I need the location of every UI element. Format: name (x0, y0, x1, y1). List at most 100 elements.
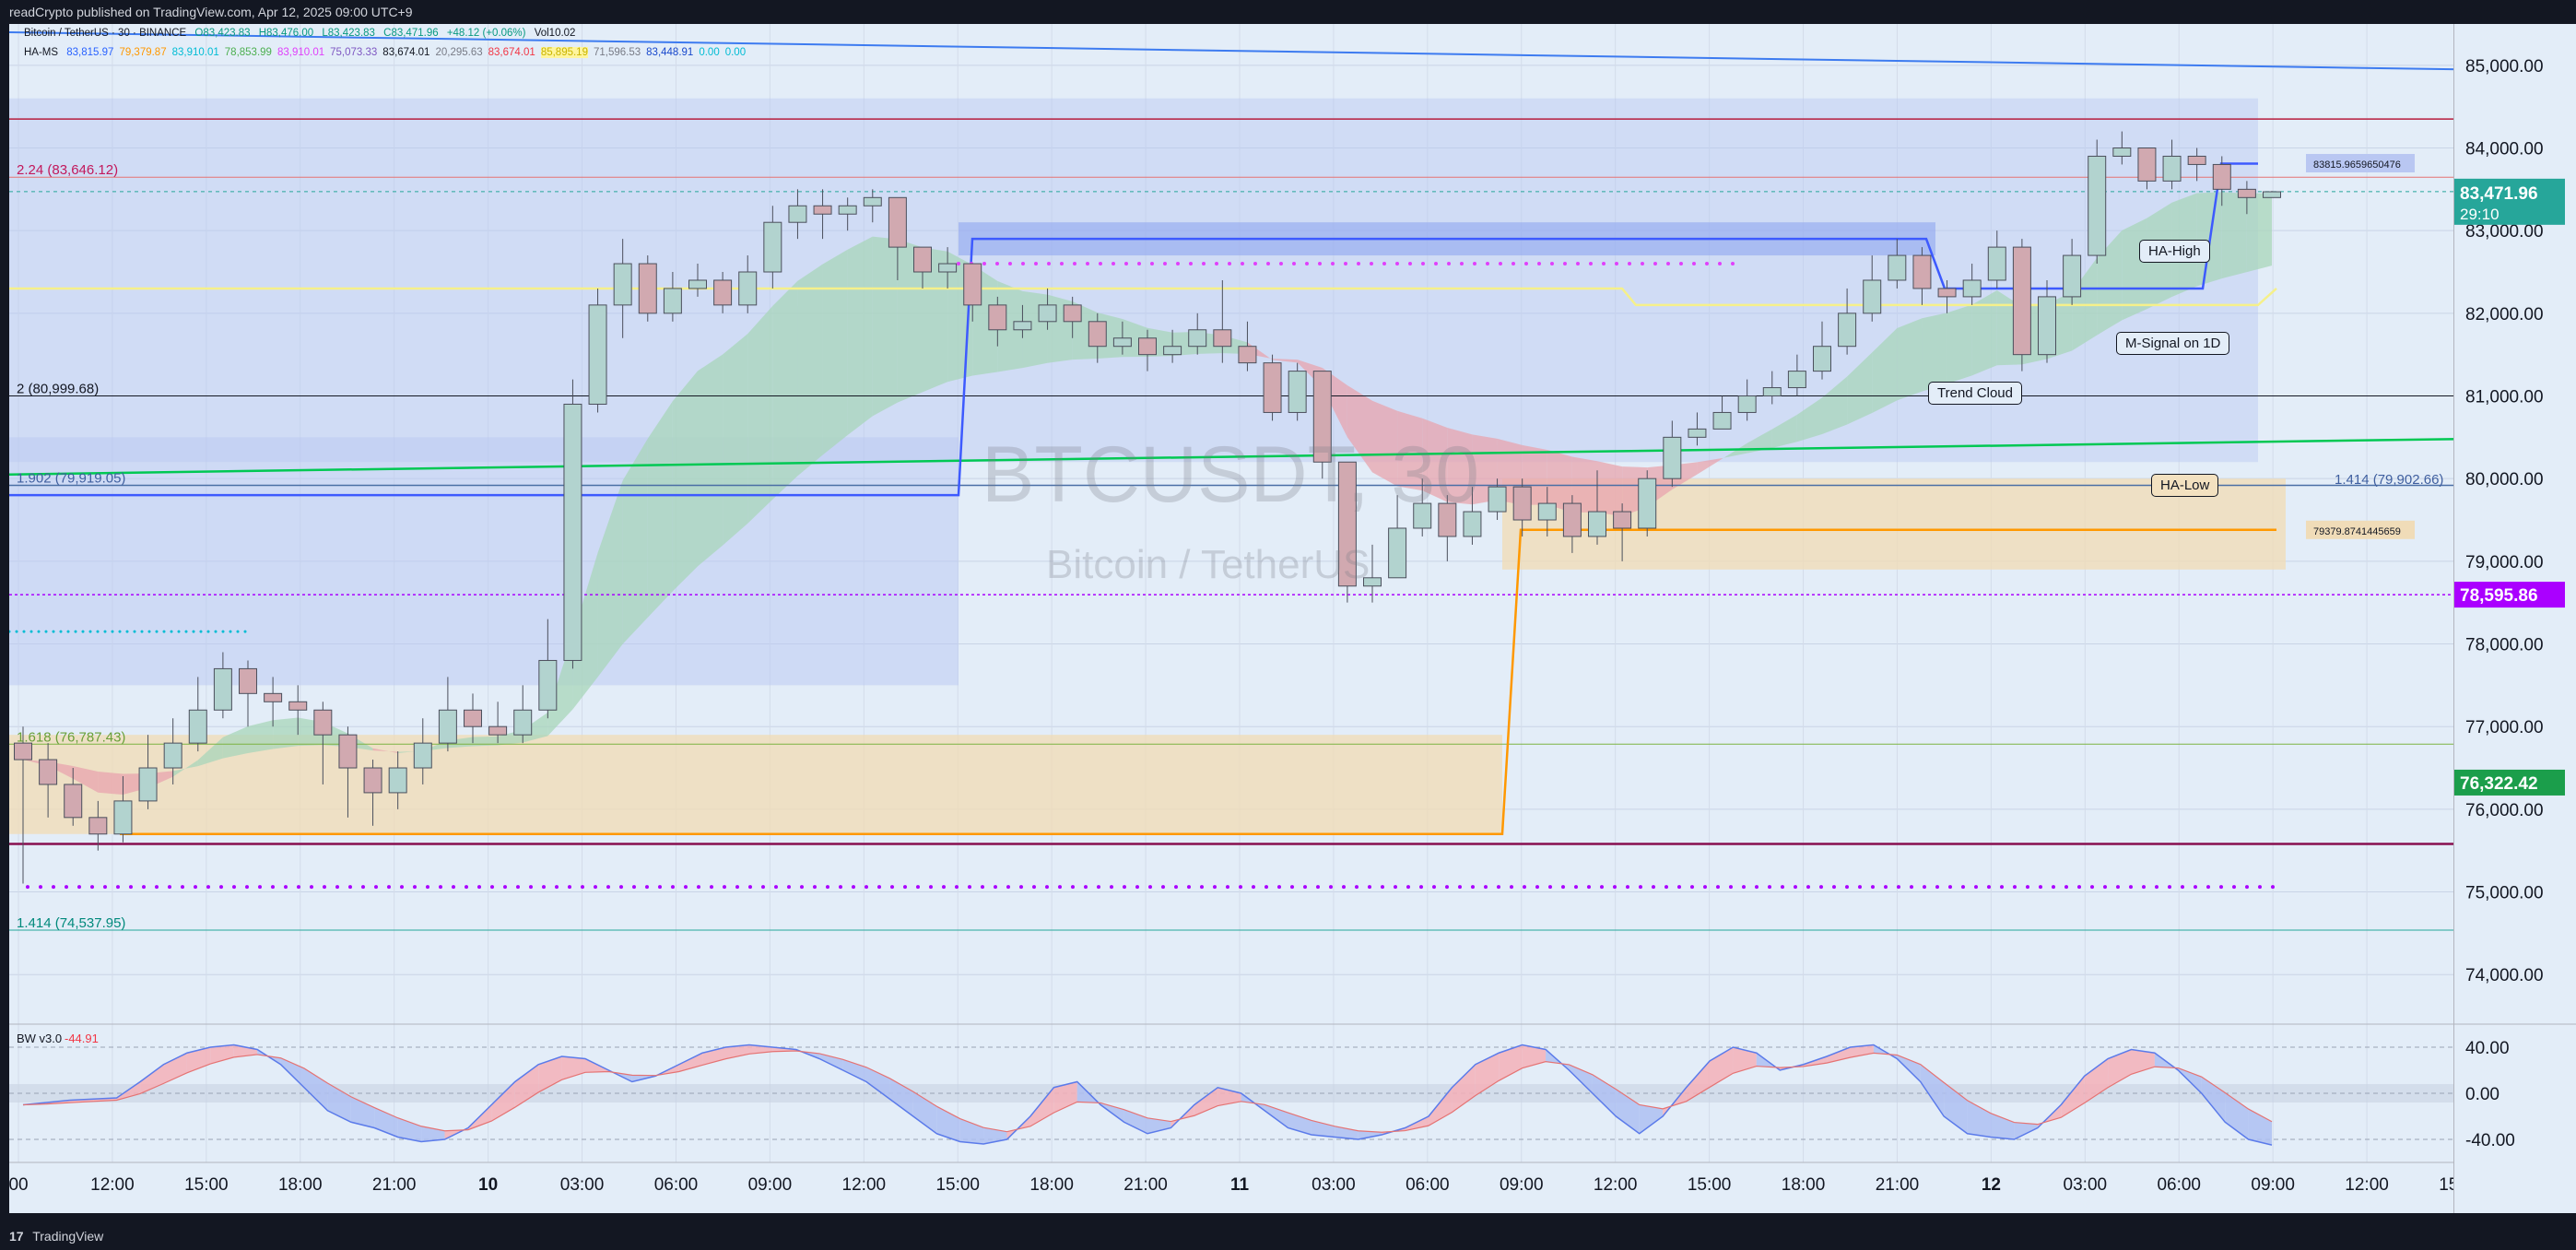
dot-row-purple (1484, 885, 1488, 890)
dot-row-purple (1768, 885, 1771, 890)
footer-brand[interactable]: TradingView (32, 1229, 103, 1244)
time-label: 06:00 (1406, 1175, 1450, 1195)
candle-body (738, 271, 758, 306)
dot-row-purple (1458, 885, 1462, 890)
dot-row-purple (194, 885, 197, 890)
time-label: 00 (9, 1175, 29, 1195)
time-label: 12:00 (90, 1175, 135, 1195)
candle-body (1512, 486, 1532, 521)
dot-row-purple (826, 885, 829, 890)
dot-row-magenta (957, 262, 960, 266)
osc-fill-segment (1123, 1109, 1147, 1134)
dot-row-magenta (1395, 262, 1399, 266)
dot-row-purple (284, 885, 288, 890)
trend-cloud-segment (723, 334, 748, 546)
dot-row-purple (1523, 885, 1526, 890)
dot-row-magenta (1163, 262, 1167, 266)
time-label: 12:00 (2345, 1175, 2389, 1195)
dot-row-magenta (1550, 262, 1554, 266)
dot-row-magenta (1228, 262, 1231, 266)
dot-row-cyan (29, 630, 33, 633)
candle-body (563, 403, 582, 661)
dot-row-purple (594, 885, 597, 890)
dot-row-cyan (177, 630, 181, 633)
dot-row-purple (1135, 885, 1139, 890)
candle-body (14, 742, 32, 761)
candle-body (388, 767, 407, 794)
symbol-name[interactable]: Bitcoin / TetherUS · 30 · BINANCE (24, 28, 186, 39)
dot-row-purple (1432, 885, 1436, 890)
dot-row-purple (271, 885, 275, 890)
dot-row-purple (1058, 885, 1062, 890)
dot-row-cyan (214, 630, 218, 633)
dot-row-cyan (155, 630, 159, 633)
candle-body (1588, 511, 1606, 537)
candle-body (713, 279, 733, 306)
candle-body (1737, 395, 1757, 413)
indicator-value: 83,910.01 (276, 47, 325, 58)
trend-cloud-segment (1947, 304, 1972, 384)
trend-cloud-segment (1447, 428, 1473, 505)
dot-row-purple (323, 885, 326, 890)
trend-cloud-segment (672, 371, 698, 592)
dot-row-purple (503, 885, 507, 890)
time-label: 18:00 (1782, 1175, 1826, 1195)
dot-row-purple (52, 885, 55, 890)
dot-row-purple (1355, 885, 1359, 890)
candle-body (1912, 254, 1932, 289)
candle-body (1363, 577, 1382, 587)
dot-row-purple (297, 885, 300, 890)
dot-row-magenta (1086, 262, 1089, 266)
candle-body (1663, 436, 1682, 479)
trend-cloud-segment (698, 354, 723, 567)
dot-row-purple (1200, 885, 1204, 890)
dot-row-purple (2155, 885, 2158, 890)
dot-row-magenta (1292, 262, 1296, 266)
candle-body (138, 767, 158, 802)
dot-row-purple (206, 885, 210, 890)
dot-row-cyan (22, 630, 26, 633)
candle-body (39, 759, 58, 785)
dot-row-purple (1613, 885, 1617, 890)
dot-row-purple (2090, 885, 2094, 890)
dot-row-cyan (59, 630, 63, 633)
candle-body (338, 734, 358, 769)
candle-body (1013, 321, 1032, 331)
dot-row-purple (581, 885, 584, 890)
candle-body (1537, 502, 1557, 521)
candle-body (88, 817, 108, 835)
candle-body (988, 304, 1007, 331)
candle-body (1962, 279, 1982, 298)
price-axis[interactable]: 85,000.00 84,000.00 83,000.00 82,000.00 81,0… (2453, 24, 2576, 1213)
callout-trend-cloud: Trend Cloud (1928, 382, 2022, 405)
dot-row-purple (2039, 885, 2042, 890)
dot-row-purple (555, 885, 559, 890)
dot-row-purple (1084, 885, 1088, 890)
dot-row-magenta (1666, 262, 1670, 266)
time-label: 21:00 (372, 1175, 417, 1195)
dot-row-cyan (66, 630, 70, 633)
price-tick: 75,000.00 (2465, 884, 2544, 903)
price-tick: 85,000.00 (2465, 57, 2544, 77)
dot-row-magenta (1679, 262, 1683, 266)
dot-row-purple (1535, 885, 1539, 890)
chart-canvas[interactable]: 2.24 (83,646.12) 2 (80,999.68) 1.902 (79,9… (9, 24, 2463, 1213)
osc-fill-segment (1967, 1100, 1991, 1138)
dot-row-purple (645, 885, 649, 890)
candle-body (613, 263, 632, 306)
candle-body (663, 288, 682, 314)
candle-body (1088, 321, 1107, 348)
time-label: 15:00 (935, 1175, 980, 1195)
dot-row-purple (2271, 885, 2275, 890)
indicator-legend[interactable]: HA-MS 83,815.97 79,379.87 83,910.01 78,853.… (24, 47, 751, 58)
price-chart-pane[interactable]: 2.24 (83,646.12) 2 (80,999.68) 1.902 (79,9… (9, 24, 2463, 1213)
candle-body (513, 709, 533, 736)
dot-row-purple (1071, 885, 1075, 890)
osc-tick: 0.00 (2465, 1085, 2500, 1104)
dot-row-purple (2026, 885, 2029, 890)
dot-row-magenta (1189, 262, 1193, 266)
dot-row-purple (1884, 885, 1888, 890)
dot-row-purple (452, 885, 455, 890)
dot-row-purple (787, 885, 791, 890)
dot-row-magenta (1253, 262, 1257, 266)
